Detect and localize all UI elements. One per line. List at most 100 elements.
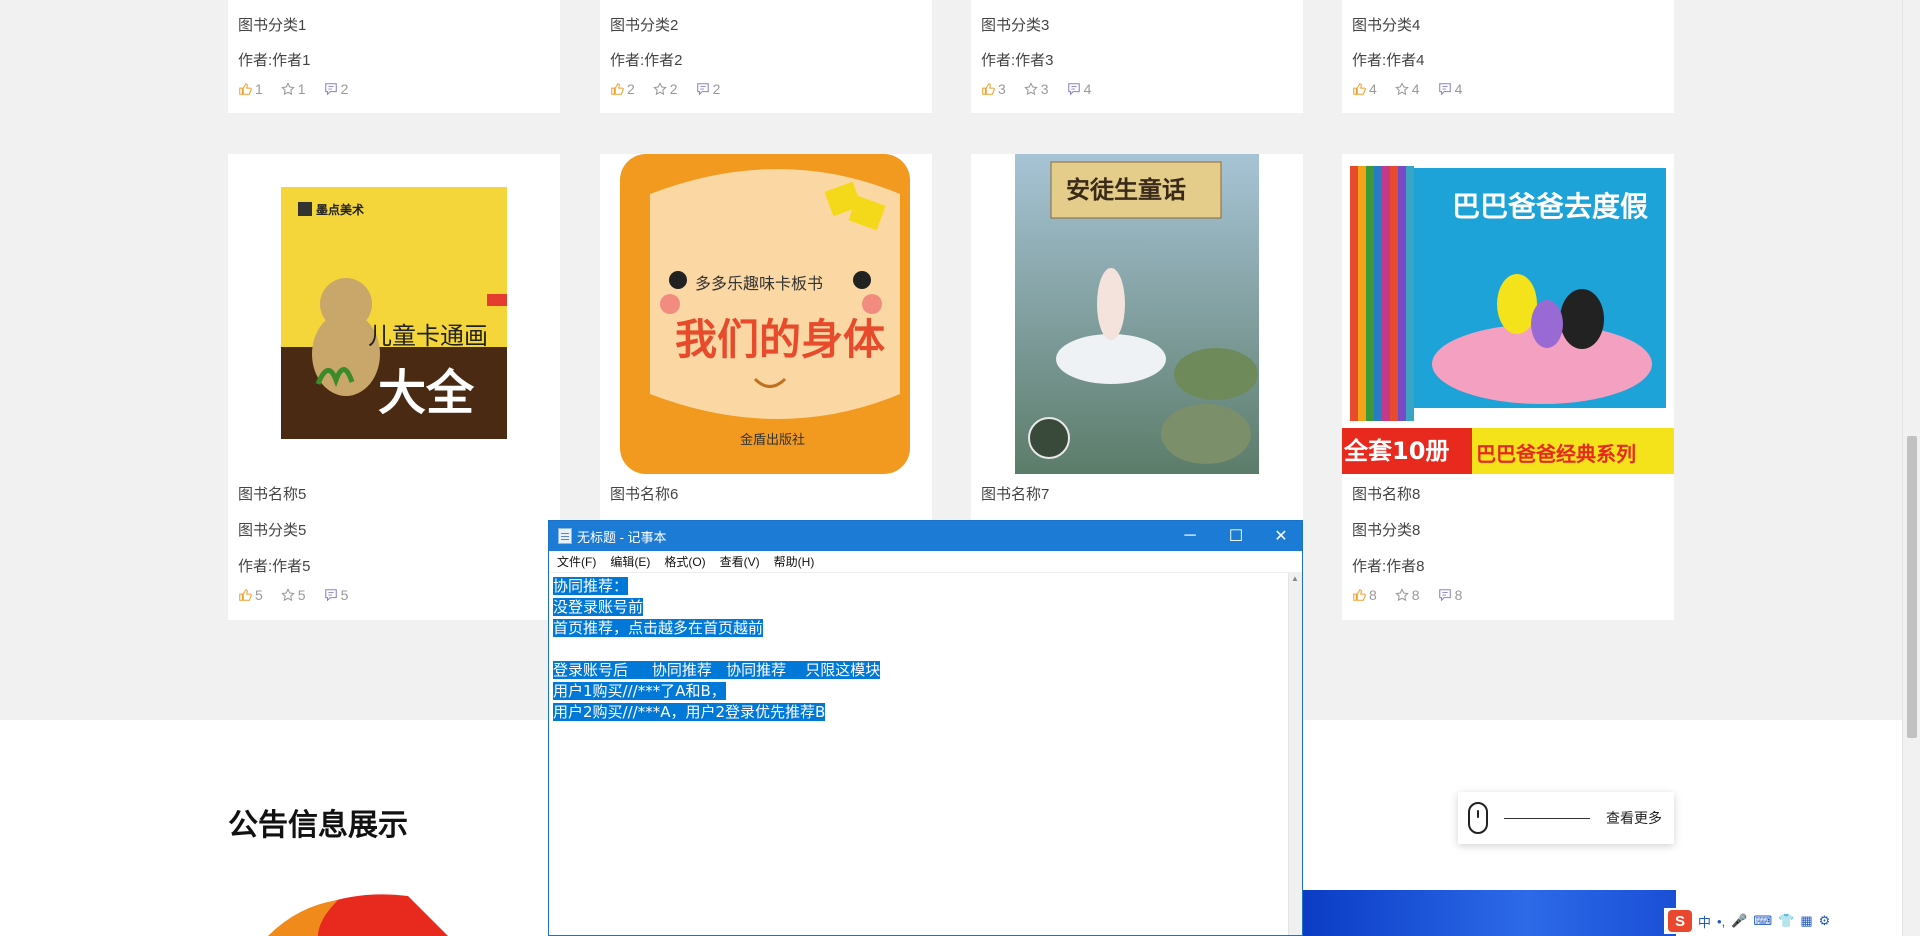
close-button[interactable]: ✕	[1258, 521, 1304, 551]
notepad-menubar: 文件(F) 编辑(E) 格式(O) 查看(V) 帮助(H)	[549, 551, 1302, 573]
favorite-stat[interactable]: 4	[1394, 81, 1420, 97]
skin-icon[interactable]: 👕	[1778, 913, 1794, 929]
book-name[interactable]: 图书名称7	[981, 483, 1049, 504]
ime-toolbar[interactable]: S 中 •, 🎤 ⌨ 👕 ▦ ⚙	[1664, 908, 1902, 934]
star-icon	[280, 82, 295, 96]
comment-stat[interactable]: 4	[1067, 81, 1091, 97]
cover-title-top: 儿童卡通画	[368, 322, 488, 350]
maximize-button[interactable]: ☐	[1213, 521, 1259, 551]
thumbs-up-icon	[239, 83, 252, 95]
announcement-image-right[interactable]	[1302, 890, 1676, 936]
book-category: 图书分类2	[610, 17, 679, 34]
sogou-logo-icon[interactable]: S	[1668, 910, 1692, 932]
menu-file[interactable]: 文件(F)	[557, 553, 596, 570]
book-author: 作者:作者4	[1352, 52, 1425, 69]
scrollbar-thumb[interactable]	[1907, 436, 1917, 738]
book-card-8[interactable]: 巴巴爸爸去度假 全套10册 巴巴爸爸经典系列 图书名称8 图书分类8 作者:作者…	[1342, 154, 1674, 620]
book-author: 作者:作者1	[238, 52, 311, 69]
notepad-icon	[558, 528, 572, 544]
punctuation-icon[interactable]: •,	[1717, 914, 1725, 929]
book-card-2[interactable]: 图书分类2 作者:作者2 2 2 2	[600, 0, 932, 113]
cover-series: 多多乐趣味卡板书	[695, 274, 823, 293]
like-stat[interactable]: 1	[238, 81, 263, 97]
menu-edit[interactable]: 编辑(E)	[610, 553, 650, 570]
like-stat[interactable]: 2	[610, 81, 635, 97]
book-card-5[interactable]: 墨点美术 儿童卡通画 大全 图书名称5 图书分类5 作者:作者5 5 5 5	[228, 154, 560, 620]
like-stat[interactable]: 4	[1352, 81, 1377, 97]
cover-banner-a: 全套10册	[1343, 437, 1449, 465]
book-category: 图书分类5	[238, 522, 307, 539]
star-icon	[1023, 82, 1038, 96]
menu-view[interactable]: 查看(V)	[720, 553, 760, 570]
comment-stat[interactable]: 2	[324, 81, 348, 97]
notepad-titlebar[interactable]: 无标题 - 记事本 ─ ☐ ✕	[549, 521, 1302, 551]
star-icon	[280, 588, 295, 602]
view-more-button[interactable]: 查看更多	[1458, 792, 1674, 844]
cover-brand: 墨点美术	[316, 202, 364, 217]
text-line: 用户2购买///***A，用户2登录优先推荐B	[553, 703, 826, 721]
notepad-window[interactable]: 无标题 - 记事本 ─ ☐ ✕ 文件(F) 编辑(E) 格式(O) 查看(V) …	[548, 520, 1303, 936]
announcement-image-left[interactable]	[228, 888, 548, 936]
favorite-stat[interactable]: 5	[280, 587, 306, 603]
toolbox-icon[interactable]: ▦	[1800, 913, 1812, 929]
cover-publisher: 金盾出版社	[740, 432, 805, 448]
favorite-stat[interactable]: 3	[1023, 81, 1049, 97]
favorite-stat[interactable]: 8	[1394, 587, 1420, 603]
thumbs-up-icon	[611, 83, 624, 95]
announcement-title: 公告信息展示	[228, 809, 408, 842]
book-name[interactable]: 图书名称8	[1352, 483, 1420, 504]
book-card-1[interactable]: 图书分类1 作者:作者1 1 1 2	[228, 0, 560, 113]
book-cover-image[interactable]: 墨点美术 儿童卡通画 大全	[228, 154, 560, 474]
favorite-stat[interactable]: 1	[280, 81, 306, 97]
cover-title: 巴巴爸爸去度假	[1452, 190, 1648, 223]
cover-title-big: 大全	[378, 365, 475, 421]
book-author: 作者:作者8	[1352, 558, 1425, 575]
cover-banner-b: 巴巴爸爸经典系列	[1476, 442, 1636, 466]
comment-stat[interactable]: 2	[696, 81, 720, 97]
comment-stat[interactable]: 4	[1438, 81, 1462, 97]
star-icon	[1394, 82, 1409, 96]
comment-stat[interactable]: 5	[324, 587, 348, 603]
thumbs-up-icon	[982, 83, 995, 95]
book-author: 作者:作者3	[981, 52, 1054, 69]
text-line: 登录账号后 协同推荐 协同推荐 只限这模块	[553, 661, 881, 679]
menu-format[interactable]: 格式(O)	[664, 553, 705, 570]
like-stat[interactable]: 5	[238, 587, 263, 603]
book-category: 图书分类1	[238, 17, 307, 34]
like-stat[interactable]: 8	[1352, 587, 1377, 603]
comment-icon	[1438, 83, 1451, 96]
divider	[1504, 817, 1590, 819]
settings-icon[interactable]: ⚙	[1819, 913, 1831, 929]
book-card-4[interactable]: 图书分类4 作者:作者4 4 4 4	[1342, 0, 1674, 113]
notepad-title: 无标题 - 记事本	[577, 529, 667, 545]
book-name[interactable]: 图书名称5	[238, 483, 306, 504]
book-category: 图书分类3	[981, 17, 1050, 34]
notepad-scrollbar[interactable]	[1288, 573, 1302, 935]
book-name[interactable]: 图书名称6	[610, 483, 678, 504]
book-cover-image[interactable]: 安徒生童话	[971, 154, 1303, 474]
comment-stat[interactable]: 8	[1438, 587, 1462, 603]
book-cover-image[interactable]: 多多乐趣味卡板书 我们的身体 金盾出版社	[600, 154, 932, 474]
page-scrollbar[interactable]	[1902, 0, 1920, 936]
thumbs-up-icon	[239, 589, 252, 601]
book-card-3[interactable]: 图书分类3 作者:作者3 3 3 4	[971, 0, 1303, 113]
book-author: 作者:作者2	[610, 52, 683, 69]
cover-title: 我们的身体	[675, 315, 885, 364]
like-stat[interactable]: 3	[981, 81, 1006, 97]
microphone-icon[interactable]: 🎤	[1731, 913, 1747, 929]
minimize-button[interactable]: ─	[1167, 521, 1213, 551]
mouse-icon	[1468, 802, 1488, 834]
keyboard-icon[interactable]: ⌨	[1753, 913, 1772, 929]
comment-icon	[324, 589, 337, 602]
thumbs-up-icon	[1353, 83, 1366, 95]
favorite-stat[interactable]: 2	[652, 81, 678, 97]
book-cover-image[interactable]: 巴巴爸爸去度假 全套10册 巴巴爸爸经典系列	[1342, 154, 1674, 474]
notepad-text-area[interactable]: 协同推荐： 没登录账号前 首页推荐，点击越多在首页越前 登录账号后 协同推荐 协…	[549, 573, 1288, 935]
book-author: 作者:作者5	[238, 558, 311, 575]
ime-mode[interactable]: 中	[1698, 912, 1711, 931]
comment-icon	[696, 83, 709, 96]
menu-help[interactable]: 帮助(H)	[774, 553, 815, 570]
text-line: 没登录账号前	[553, 598, 644, 616]
text-line: 首页推荐，点击越多在首页越前	[553, 619, 764, 637]
comment-icon	[324, 83, 337, 96]
